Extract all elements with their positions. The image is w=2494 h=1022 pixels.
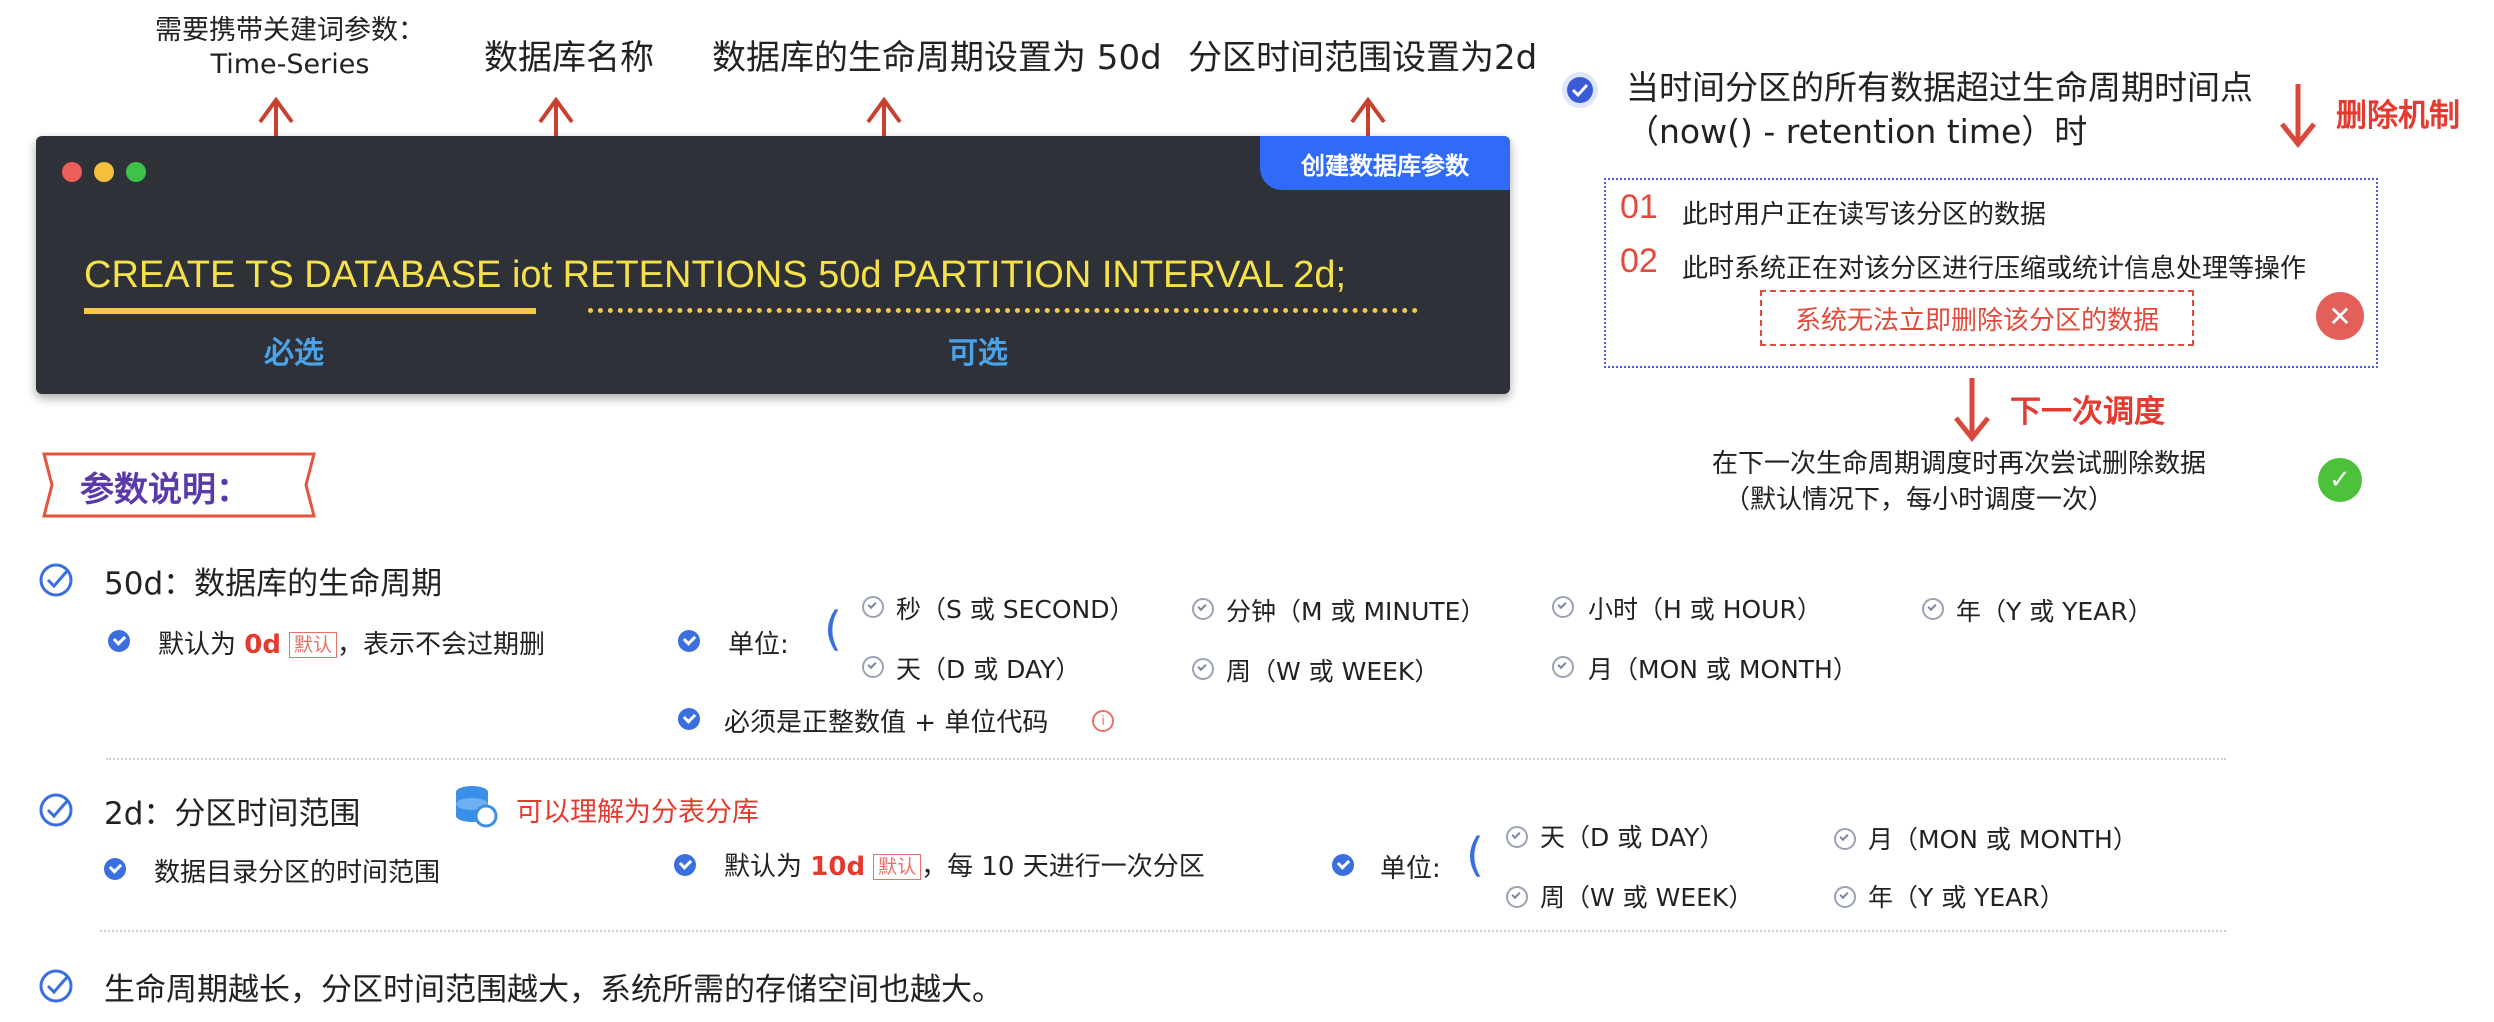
deletion-condition: 当时间分区的所有数据超过生命周期时间点 （now() - retention t… [1626,66,2253,154]
unit-check-icon [1834,828,1856,850]
bullet-check-icon [674,854,696,876]
down-arrow-icon [1954,378,1990,443]
unit-check-icon [1922,598,1944,620]
check-icon [39,793,73,827]
unit-check-icon [1506,826,1528,848]
close-dot-icon[interactable] [62,162,82,182]
unit-option: 分钟（M 或 MINUTE） [1226,597,1486,626]
default-value: 0d [244,630,281,660]
default-value: 10d [810,852,866,882]
bullet-check-icon [1332,854,1354,876]
unit-check-icon [1552,656,1574,678]
sql-retentions-clause: RETENTIONS 50d [562,254,882,296]
bullet-check-icon [678,630,700,652]
sql-space [882,254,893,296]
error-x-icon: ✕ [2316,292,2364,340]
next-schedule-title: 下一次调度 [2010,394,2165,430]
conclusion-text: 生命周期越长，分区时间范围越大，系统所需的存储空间也越大。 [104,972,1003,1008]
unit-option: 月（MON 或 MONTH） [1588,655,1858,684]
paren-bracket: ( [824,602,842,656]
unit-check-icon [1192,598,1214,620]
unit-check-icon [862,656,884,678]
default-suffix: ，每 10 天进行一次分区 [921,852,1205,882]
unit-check-icon [1192,658,1214,680]
unit-option: 天（D 或 DAY） [1540,823,1725,852]
partition-desc: 数据目录分区的时间范围 [154,858,441,888]
partition-unit-label: 单位: [1380,854,1441,884]
deletion-exceptions-box: 01 此时用户正在读写该分区的数据 02 此时系统正在对该分区进行压缩或统计信息… [1604,178,2378,368]
item-number: 01 [1620,188,1658,226]
condition-line-1: 当时间分区的所有数据超过生命周期时间点 [1626,68,2253,107]
sql-terminal-window: 创建数据库参数 CREATE TS DATABASE iot RETENTION… [36,136,1510,394]
default-badge: 默认 [873,854,922,880]
required-underline [84,308,536,314]
check-circle-icon [1562,72,1598,108]
unit-option: 秒（S 或 SECOND） [896,595,1135,624]
retention-default: 默认为 0d 默认 ，表示不会过期删 [158,624,545,661]
item-number: 02 [1620,242,1658,280]
param-section-title: 参数说明： [80,470,250,510]
database-icon [456,786,498,828]
cannot-delete-note: 系统无法立即删除该分区的数据 [1760,290,2194,346]
create-db-params-tab[interactable]: 创建数据库参数 [1260,136,1510,190]
unit-option: 周（W 或 WEEK） [1226,657,1440,686]
bullet-check-icon [108,630,130,652]
partition-hint: 可以理解为分表分库 [516,797,759,828]
unit-option: 年（Y 或 YEAR） [1956,597,2153,626]
check-icon [39,563,73,597]
retry-line-2: （默认情况下，每小时调度一次） [1724,485,2115,515]
unit-option: 周（W 或 WEEK） [1540,883,1754,912]
partition-default: 默认为 10d 默认 ，每 10 天进行一次分区 [724,846,1205,883]
unit-option: 月（MON 或 MONTH） [1868,825,2138,854]
retry-line-1: 在下一次生命周期调度时再次尝试删除数据 [1712,449,2207,479]
unit-option: 年（Y 或 YEAR） [1868,883,2065,912]
unit-option: 天（D 或 DAY） [896,655,1081,684]
default-badge: 默认 [288,632,337,658]
must-positive-note: 必须是正整数值 + 单位代码 [724,708,1049,738]
down-arrow-icon [2280,84,2316,149]
partition-param-title: 2d：分区时间范围 [104,796,361,832]
required-label: 必选 [264,336,324,371]
retention-unit-label: 单位: [728,630,789,660]
success-check-icon: ✓ [2318,458,2362,502]
create-database-statement: CREATE TS DATABASE iot RETENTIONS 50d PA… [84,254,1346,297]
default-prefix: 默认为 [158,630,237,660]
unit-check-icon [862,596,884,618]
optional-underline [588,308,1418,313]
divider [106,758,2226,760]
sql-partition-clause: PARTITION INTERVAL 2d; [892,254,1347,296]
optional-label: 可选 [948,336,1008,371]
retention-param-title: 50d：数据库的生命周期 [104,566,443,602]
unit-option: 小时（H 或 HOUR） [1588,595,1822,624]
default-prefix: 默认为 [724,852,803,882]
sql-create-clause: CREATE TS DATABASE iot [84,254,553,296]
divider [100,930,2226,932]
unit-check-icon [1506,886,1528,908]
exception-item-text: 此时系统正在对该分区进行压缩或统计信息处理等操作 [1682,254,2307,284]
retry-description: 在下一次生命周期调度时再次尝试删除数据 （默认情况下，每小时调度一次） [1712,446,2206,518]
paren-bracket: ( [1466,828,1484,882]
deletion-mechanism-title: 删除机制 [2336,98,2460,134]
check-icon [39,969,73,1003]
exception-item-text: 此时用户正在读写该分区的数据 [1682,200,2047,230]
unit-check-icon [1834,886,1856,908]
condition-line-2: （now() - retention time）时 [1626,112,2088,151]
sql-space [552,254,563,296]
bullet-check-icon [104,858,126,880]
info-icon[interactable]: i [1092,710,1114,732]
maximize-dot-icon[interactable] [126,162,146,182]
default-suffix: ，表示不会过期删 [337,630,546,660]
unit-check-icon [1552,596,1574,618]
minimize-dot-icon[interactable] [94,162,114,182]
bullet-check-icon [678,708,700,730]
